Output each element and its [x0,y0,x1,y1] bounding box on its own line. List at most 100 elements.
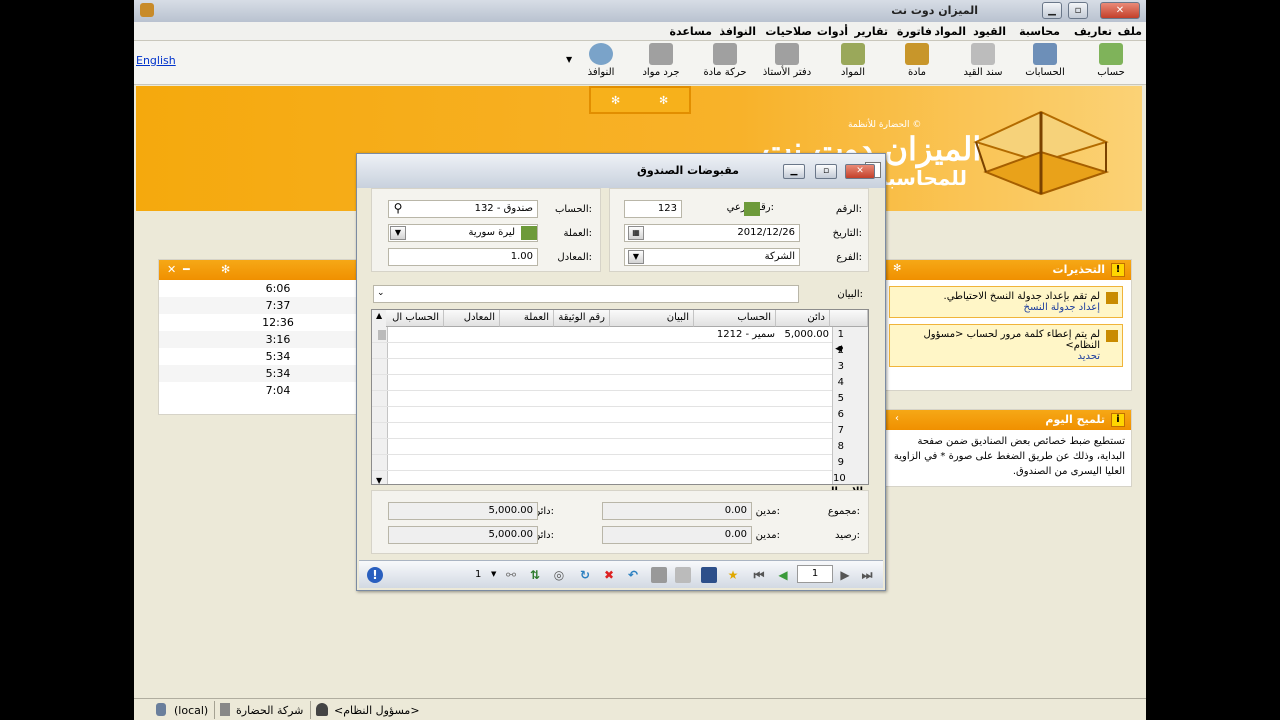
maximize-button[interactable]: ▫ [1068,2,1088,19]
gear-icon[interactable]: ✻ [611,94,620,107]
refresh-icon[interactable]: ↻ [577,567,593,583]
close-icon[interactable]: ✕ [167,263,176,276]
chevron-down-icon[interactable]: ▼ [491,570,496,578]
menu-items[interactable]: المواد [934,25,966,38]
toolbar-items-button[interactable]: المواد [826,43,880,83]
copy-icon[interactable] [675,567,691,583]
column-header[interactable]: دائن [776,310,830,327]
next-record-icon[interactable]: ▶ [837,567,853,583]
currency-select[interactable]: ليرة سورية [388,224,538,242]
column-header[interactable]: البيان [610,310,694,327]
close-button[interactable]: ✕ [1100,2,1140,19]
table-row[interactable]: 9 [372,455,868,471]
table-row[interactable]: 6 [372,407,868,423]
rate-field[interactable]: 1.00 [388,248,538,266]
current-row-icon: ◀ [835,344,842,354]
toolbar-windows-button[interactable]: النوافذ [574,43,628,83]
scroll-up-icon[interactable]: ▲ [376,311,382,320]
menu-reports[interactable]: تقارير [855,25,888,38]
alert-link[interactable]: تحديد [894,351,1100,362]
dialog-title: مقبوضات الصندوق [636,164,739,177]
tip-panel-header: i تلميح اليوم ‹ [881,410,1131,430]
user-icon [316,703,328,716]
table-row[interactable]: 5 [372,391,868,407]
gear-icon[interactable]: ✻ [659,94,668,107]
sort-icon[interactable]: ⇅ [527,567,543,583]
item-icon [905,43,929,65]
delete-icon[interactable]: ✖ [601,567,617,583]
view-icon[interactable]: ◎ [551,567,567,583]
undo-icon[interactable]: ↶ [625,567,641,583]
banner-tabs: ✻ ✻ [589,86,691,114]
toolbar-dropdown-arrow[interactable]: ▼ [566,55,572,64]
printer-icon [775,43,799,65]
column-header[interactable]: الحساب [694,310,776,327]
toolbar-journal-voucher-button[interactable]: سند القيد [956,43,1010,83]
link-icon[interactable]: ⚯ [503,567,519,583]
table-row[interactable]: 2 ◀ [372,343,868,359]
list-item: 5:34 [159,365,357,382]
arrow-icon[interactable]: ‹ [895,413,899,424]
info-icon[interactable]: ! [367,567,383,583]
date-field[interactable]: 2012/12/26 [624,224,800,242]
search-icon[interactable]: ⚲ [390,202,406,216]
menu-definitions[interactable]: تعاريف [1074,25,1112,38]
toolbar-item-button[interactable]: مادة [890,43,944,83]
chevron-down-icon[interactable]: ▼ [628,250,644,264]
window-title: الميزان دوت نت [891,4,978,17]
table-row[interactable]: 4 [372,375,868,391]
star-icon[interactable]: ★ [725,567,741,583]
toolbar-ledger-button[interactable]: دفتر الأستاذ [760,43,814,83]
statement-field[interactable] [373,285,799,303]
last-record-icon[interactable]: ⏭ [859,567,875,583]
menu-windows[interactable]: النوافذ [719,25,756,38]
gear-icon[interactable]: ✻ [893,263,901,274]
calendar-icon[interactable]: ▦ [628,226,644,240]
sub-number-field[interactable]: 123 [624,200,682,218]
menu-permissions[interactable]: صلاحيات [765,25,812,38]
table-row[interactable]: 8 [372,439,868,455]
record-number-field[interactable]: 1 [797,565,833,583]
database-icon [156,703,166,716]
resize-handle[interactable] [378,330,386,340]
table-row[interactable]: 10 [372,471,868,484]
account-icon [1099,43,1123,65]
english-link[interactable]: English [136,54,176,67]
column-header[interactable]: رقم الوثيقة [554,310,610,327]
dialog-title-bar: مقبوضات الصندوق ▁ ▫ ✕ [357,154,885,188]
paste-icon[interactable] [651,567,667,583]
menu-accounting[interactable]: محاسبة [1019,25,1060,38]
toolbar-item-movement-button[interactable]: حركة مادة [698,43,752,83]
printer-icon [713,43,737,65]
dialog-close-button[interactable]: ✕ [845,164,875,179]
dialog-minimize-button[interactable]: ▁ [783,164,805,179]
toolbar-inventory-button[interactable]: جرد مواد [634,43,688,83]
alert-link[interactable]: إعداد جدولة النسخ [894,302,1100,313]
save-icon[interactable] [701,567,717,583]
list-item: 12:36 [262,316,294,329]
dialog-restore-button[interactable]: ▫ [815,164,837,179]
menu-file[interactable]: ملف [1118,25,1142,38]
column-header[interactable]: المعادل [444,310,500,327]
column-header[interactable]: العملة [500,310,554,327]
table-row[interactable]: 3 [372,359,868,375]
first-record-icon[interactable]: ⏮ [751,567,767,583]
minimize-icon[interactable]: ━ [183,263,190,276]
account-field[interactable]: 132 - صندوق [388,200,538,218]
menu-entries[interactable]: القيود [973,25,1006,38]
column-header[interactable]: الحساب ال [386,310,444,327]
chevron-down-icon[interactable]: ⌄ [377,288,385,298]
menu-invoice[interactable]: فاتورة [897,25,932,38]
gear-icon[interactable]: ✻ [221,263,230,276]
table-row[interactable]: 1 5,000.00 1212 - سمير [372,327,868,343]
menu-help[interactable]: مساعدة [670,25,713,38]
minimize-button[interactable]: ▁ [1042,2,1062,19]
previous-record-icon[interactable]: ◀ [775,567,791,583]
menu-tools[interactable]: أدوات [817,25,848,38]
items-icon [841,43,865,65]
toolbar-accounts-button[interactable]: الحسابات [1018,43,1072,83]
branch-select[interactable]: الشركة [624,248,800,266]
toolbar-account-button[interactable]: حساب [1084,43,1138,83]
table-row[interactable]: 7 [372,423,868,439]
chevron-down-icon[interactable]: ▼ [390,226,406,240]
